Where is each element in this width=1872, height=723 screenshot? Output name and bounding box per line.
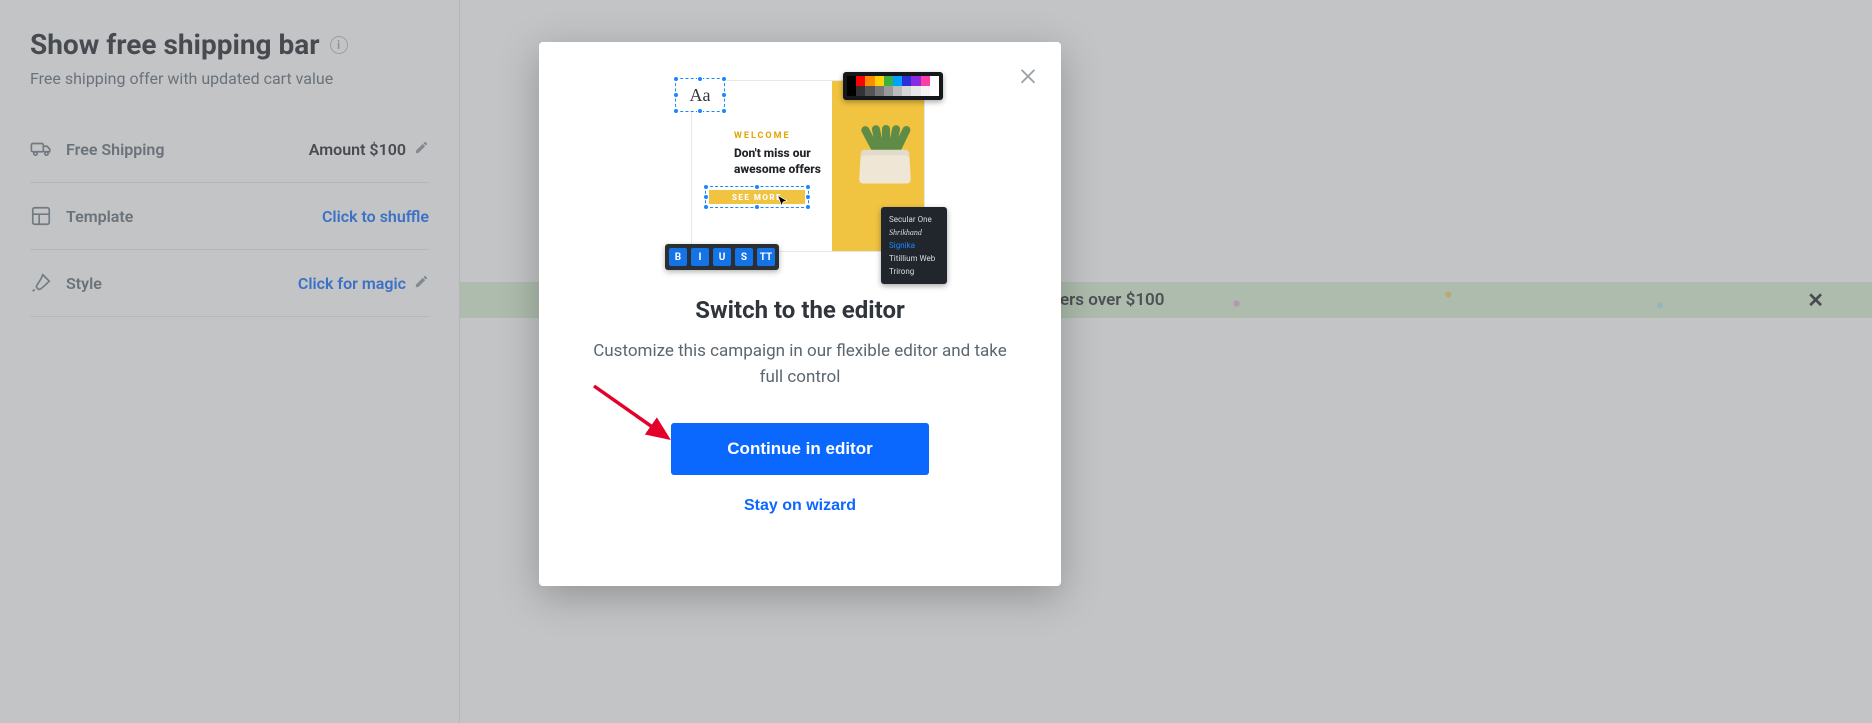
text-selection-box: Aa (675, 78, 725, 112)
illus-welcome: WELCOME (734, 131, 791, 141)
plant-icon (856, 121, 914, 183)
format-toolbar: B I U S TT (665, 244, 779, 270)
color-palette (843, 72, 943, 100)
modal-description: Customize this campaign in our flexible … (575, 338, 1025, 391)
cta-selection-box: SEE MORE (705, 186, 809, 208)
switch-editor-modal: WELCOME Don't miss our awesome offers Aa… (539, 42, 1061, 586)
stay-on-wizard-button[interactable]: Stay on wizard (744, 497, 856, 515)
cursor-icon (775, 194, 791, 214)
illus-tagline: Don't miss our awesome offers (734, 145, 821, 177)
modal-title: Switch to the editor (575, 296, 1025, 324)
font-menu: Secular One Shrikhand Signika Titillium … (881, 207, 947, 284)
continue-in-editor-button[interactable]: Continue in editor (671, 423, 929, 475)
modal-close-button[interactable] (1017, 64, 1039, 90)
editor-illustration: WELCOME Don't miss our awesome offers Aa… (665, 78, 935, 278)
